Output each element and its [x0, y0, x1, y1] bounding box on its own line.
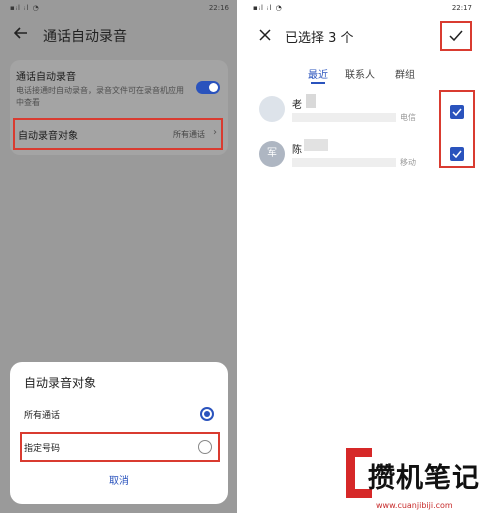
confirm-button[interactable] — [440, 21, 472, 51]
contact-carrier: 电信 — [400, 113, 416, 122]
option-specific-numbers[interactable]: 指定号码 — [20, 432, 220, 462]
avatar: 军 — [259, 141, 285, 167]
signal-icons: ▪ᵢl ᵢl ◔ — [10, 4, 40, 12]
auto-record-toggle[interactable] — [196, 81, 220, 94]
settings-card: 通话自动录音 电话接通时自动录音，录音文件可在录音机应用中查看 自动录音对象 所… — [10, 60, 228, 155]
status-time: 22:16 — [208, 4, 229, 12]
tab-indicator — [311, 82, 325, 84]
sheet-title: 自动录音对象 — [24, 376, 97, 390]
auto-record-description: 电话接通时自动录音，录音文件可在录音机应用中查看 — [16, 86, 184, 107]
avatar — [259, 96, 285, 122]
record-target-row[interactable]: 自动录音对象 所有通话 › — [13, 118, 223, 150]
auto-record-row: 通话自动录音 电话接通时自动录音，录音文件可在录音机应用中查看 — [16, 68, 186, 109]
redacted-name-block — [306, 94, 316, 108]
watermark-text: 攒机笔记 — [368, 463, 480, 494]
page-title: 已选择 3 个 — [285, 31, 354, 46]
watermark: 攒机笔记 www.cuanjibiji.com — [346, 448, 480, 513]
contact-name: 老 — [292, 100, 302, 111]
signal-icons: ▪ᵢl ᵢl ◔ — [253, 4, 283, 12]
close-icon[interactable] — [259, 29, 271, 41]
left-screen: ▪ᵢl ᵢl ◔ 22:16 通话自动录音 通话自动录音 电话接通时自动录音，录… — [0, 0, 237, 513]
contact-carrier: 移动 — [400, 158, 416, 167]
page-header: 通话自动录音 — [0, 20, 237, 50]
cancel-button[interactable]: 取消 — [10, 472, 228, 487]
back-arrow-icon[interactable] — [14, 26, 28, 40]
chevron-right-icon: › — [213, 127, 217, 138]
tab-contacts[interactable]: 联系人 — [345, 66, 375, 81]
redacted-number-block — [292, 158, 396, 167]
check-icon — [449, 30, 463, 42]
checkbox-highlight — [439, 90, 475, 168]
tab-bar: 最近 联系人 群组 — [243, 66, 480, 86]
page-title: 通话自动录音 — [43, 29, 127, 45]
radio-selected-icon[interactable] — [200, 407, 214, 421]
option-label: 指定号码 — [24, 444, 61, 454]
auto-record-title: 通话自动录音 — [16, 72, 76, 83]
checkbox-checked[interactable] — [450, 147, 464, 161]
redacted-number-block — [292, 113, 396, 122]
right-screen: ▪ᵢl ᵢl ◔ 22:17 已选择 3 个 最近 联系人 群组 老 电信 军 … — [243, 0, 480, 513]
status-bar: ▪ᵢl ᵢl ◔ 22:17 — [243, 0, 480, 16]
check-icon — [452, 150, 462, 158]
record-target-label: 自动录音对象 — [18, 131, 78, 142]
redacted-name-block — [304, 139, 328, 151]
tab-groups[interactable]: 群组 — [395, 66, 415, 81]
record-target-value: 所有通话 — [173, 130, 205, 139]
status-bar: ▪ᵢl ᵢl ◔ 22:16 — [0, 0, 237, 16]
watermark-url: www.cuanjibiji.com — [376, 501, 453, 510]
tab-recent[interactable]: 最近 — [308, 66, 328, 81]
checkbox-checked[interactable] — [450, 105, 464, 119]
radio-unselected-icon[interactable] — [198, 440, 212, 454]
page-header: 已选择 3 个 — [243, 20, 480, 54]
option-label: 所有通话 — [24, 411, 61, 421]
status-time: 22:17 — [451, 4, 472, 12]
record-target-sheet: 自动录音对象 所有通话 指定号码 取消 — [10, 362, 228, 504]
option-all-calls[interactable]: 所有通话 — [10, 402, 228, 426]
contact-name: 陈 — [292, 145, 302, 156]
check-icon — [452, 108, 462, 116]
toggle-knob — [209, 83, 218, 92]
